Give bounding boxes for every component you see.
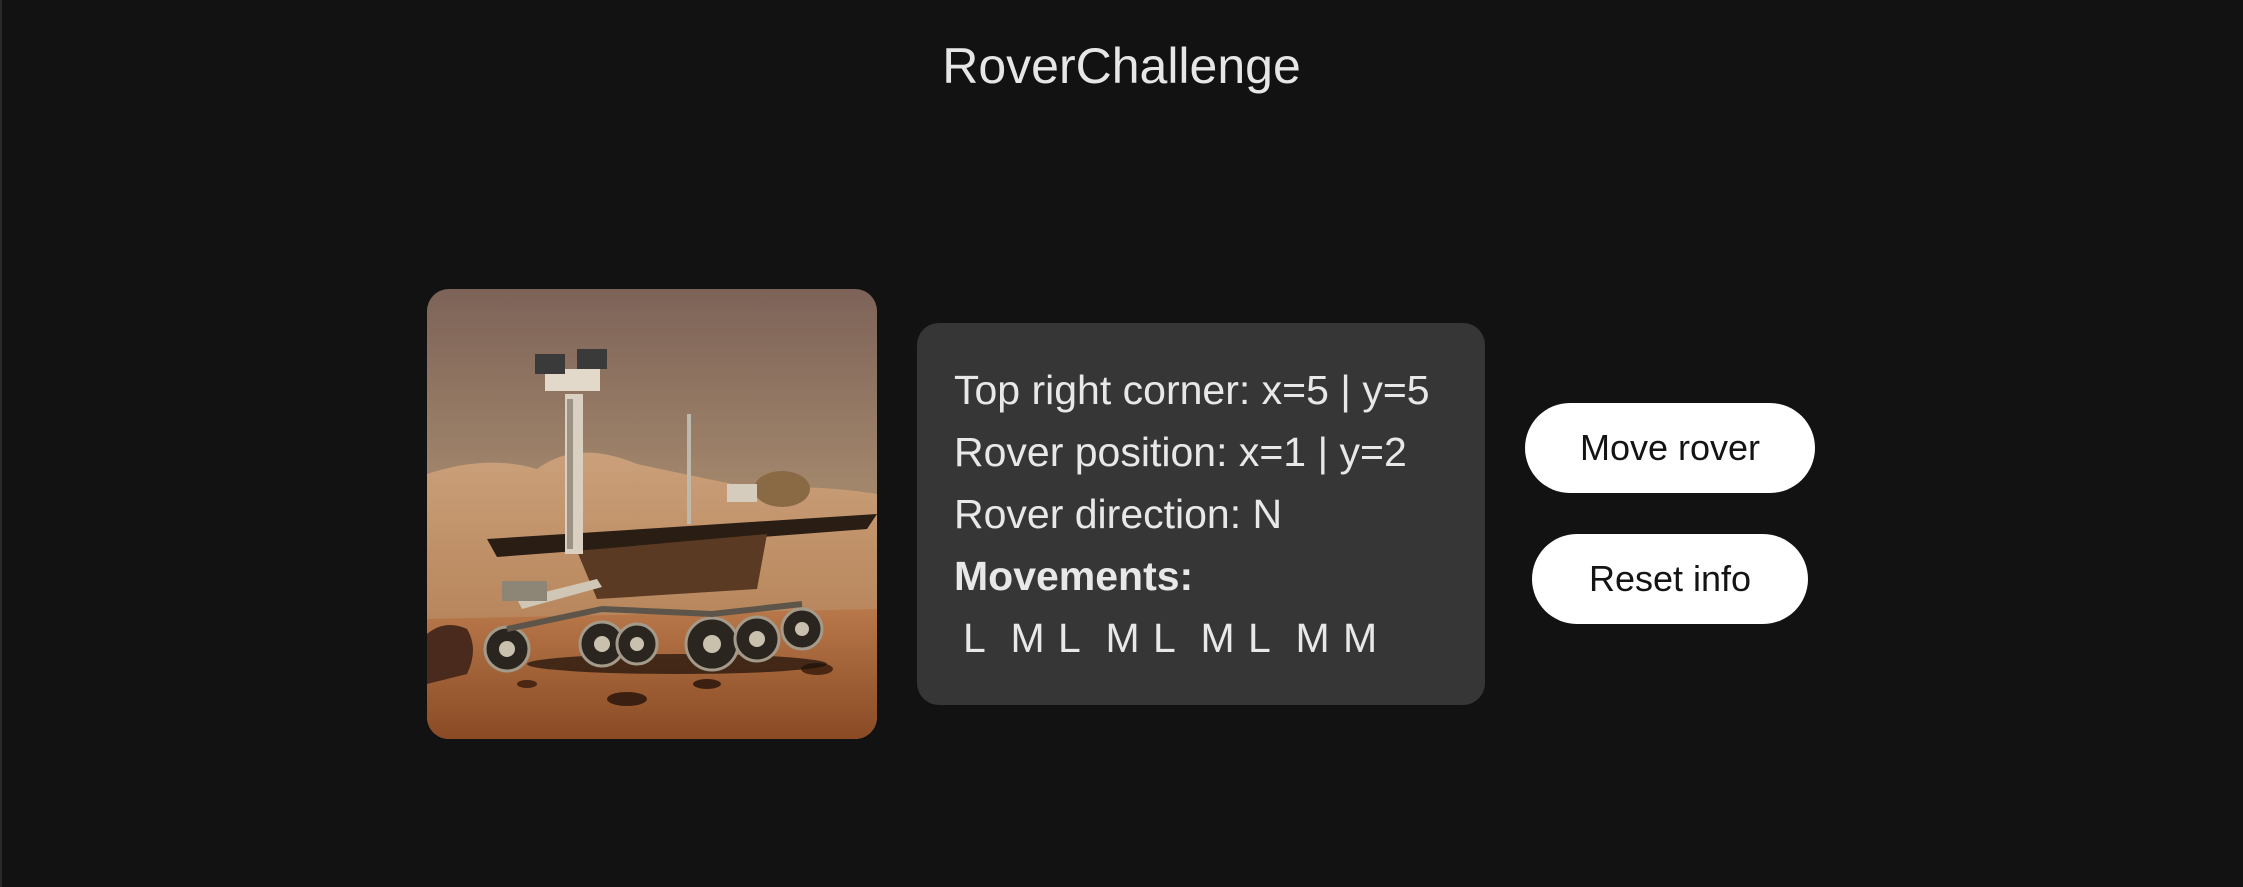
movement-item: M — [1343, 615, 1378, 661]
movement-item: M — [1105, 615, 1140, 661]
movement-item: L — [1153, 615, 1176, 661]
rover-position-text: Rover position: x=1 | y=2 — [954, 429, 1407, 475]
rover-info-card: Top right corner: x=5 | y=5 Rover positi… — [917, 323, 1485, 705]
movements-label: Movements: — [954, 553, 1194, 599]
page-title: RoverChallenge — [942, 38, 1301, 94]
app-root: RoverChallenge Top right corner: x=5 | y… — [0, 0, 2243, 887]
movement-item: L — [1058, 615, 1081, 661]
reset-info-button[interactable]: Reset info — [1532, 534, 1808, 624]
move-rover-button[interactable]: Move rover — [1525, 403, 1815, 493]
movement-item: L — [1248, 615, 1271, 661]
movements-list: L M L M L M L M M — [963, 613, 1391, 663]
movement-item: M — [1010, 615, 1045, 661]
movement-item: M — [1200, 615, 1235, 661]
rover-direction-text: Rover direction: N — [954, 491, 1283, 537]
window-edge — [0, 0, 2, 887]
top-right-corner-text: Top right corner: x=5 | y=5 — [954, 367, 1430, 413]
movement-item: M — [1295, 615, 1330, 661]
rover-image — [427, 289, 877, 739]
movement-item: L — [963, 615, 986, 661]
